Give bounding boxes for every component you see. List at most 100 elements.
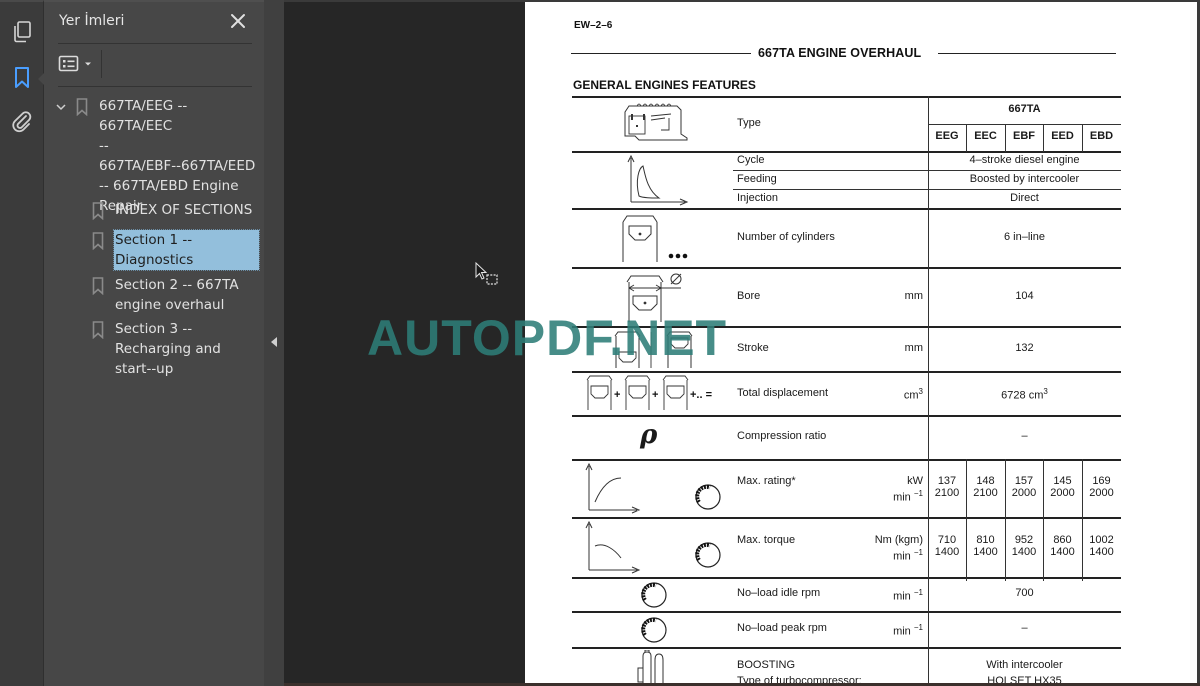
row-label-max-rating: Max. rating* — [737, 475, 796, 487]
bookmark-icon — [76, 98, 88, 116]
bookmark-label-selected: Section 1 -- Diagnostics — [113, 229, 260, 271]
bookmark-icon — [15, 67, 29, 88]
table-rule — [572, 517, 1121, 519]
bookmark-icon — [92, 202, 104, 220]
pdf-reader-window: Yer İmleri 667TA/EEG -- 667TA/EEC -- 667… — [0, 0, 1200, 686]
toolbar-divider — [101, 50, 102, 78]
page-thumbnails-button[interactable] — [8, 18, 36, 46]
svg-text:+.. =: +.. = — [690, 389, 712, 401]
bookmark-item-section-2[interactable]: Section 2 -- 667TA engine overhaul — [44, 275, 264, 317]
bookmark-options-dropdown[interactable] — [58, 53, 98, 75]
value-compression: – — [1021, 430, 1028, 442]
torque-curve-icon — [585, 520, 641, 574]
bookmark-label: 667TA/EEG -- 667TA/EEC -- 667TA/EBF--667… — [99, 98, 256, 214]
page-title-text: 667TA ENGINE OVERHAUL — [758, 46, 922, 60]
unit-idle-rpm: min −1 — [855, 586, 923, 604]
max-torque-value-rpm: 1400 — [934, 546, 960, 558]
value-peak-rpm: – — [1021, 622, 1028, 634]
max-rating-value-rpm: 2000 — [1050, 487, 1075, 499]
unit-rpm: min −1 — [845, 546, 923, 564]
unit-text: min — [893, 590, 911, 603]
panel-title: Yer İmleri — [59, 13, 125, 29]
value-displacement: 6728 cm3 — [928, 385, 1121, 403]
table-rule — [572, 371, 1121, 373]
attachment-icon — [12, 111, 32, 133]
unit-superscript: −1 — [913, 588, 923, 597]
variant-header: EBF — [1013, 130, 1035, 142]
row-label-max-torque: Max. torque — [737, 534, 796, 546]
chevron-down-icon[interactable] — [55, 101, 67, 113]
section-heading: GENERAL ENGINES FEATURES — [573, 78, 756, 92]
row-label-turbo: Type of turbocompressor: — [737, 675, 862, 683]
panel-divider — [58, 86, 252, 87]
unit-text: min — [893, 625, 911, 638]
value-stroke: 132 — [1015, 342, 1034, 354]
collapse-panel-arrow-icon[interactable] — [271, 337, 277, 347]
attachments-button[interactable] — [8, 108, 36, 136]
table-rule — [928, 124, 1121, 125]
chevron-down-icon — [85, 62, 91, 66]
pdf-page: EW–2–6 667TA ENGINE OVERHAUL GENERAL ENG… — [525, 2, 1197, 683]
tachometer-icon — [695, 484, 721, 510]
row-label-bore: Bore — [737, 290, 761, 302]
bookmark-label: INDEX OF SECTIONS — [115, 202, 253, 218]
bookmark-item-engine-repair[interactable]: 667TA/EEG -- 667TA/EEC -- 667TA/EBF--667… — [44, 96, 264, 214]
list-options-icon — [58, 55, 79, 72]
value-cylinders: 6 in–line — [1004, 231, 1045, 243]
row-label-injection: Injection — [737, 192, 778, 204]
compression-ratio-symbol-icon: ρ — [640, 420, 658, 450]
row-label-cycle: Cycle — [737, 154, 765, 166]
page-title: 667TA ENGINE OVERHAUL — [525, 46, 1197, 60]
value-injection: Direct — [1010, 192, 1039, 204]
bookmark-item-section-1[interactable]: Section 1 -- Diagnostics — [44, 229, 264, 272]
value-bore: 104 — [1015, 290, 1034, 302]
max-rating-value-rpm: 2000 — [1089, 487, 1114, 499]
tachometer-icon — [641, 582, 667, 608]
table-rule — [572, 415, 1121, 417]
bookmark-icon — [92, 321, 104, 339]
max-rating-value-rpm: 2000 — [1011, 487, 1037, 499]
value-text: 6728 cm — [1001, 389, 1044, 402]
table-rule — [572, 208, 1121, 210]
row-label-boosting: BOOSTING — [737, 659, 796, 671]
row-label-compression: Compression ratio — [737, 430, 827, 442]
bookmark-icon — [92, 232, 104, 250]
row-label-text: Total displacement — [737, 387, 829, 399]
table-rule — [572, 96, 1121, 98]
table-rule — [572, 267, 1121, 269]
max-rating-value-rpm: 2100 — [934, 487, 960, 499]
title-rule-right — [938, 53, 1116, 54]
max-torque-value-rpm: 1400 — [1089, 546, 1114, 558]
bookmark-item-index[interactable]: INDEX OF SECTIONS — [44, 200, 264, 222]
value-cycle: 4–stroke diesel engine — [969, 154, 1080, 166]
value-turbo: HOLSET HX35 — [987, 675, 1062, 683]
svg-text:+: + — [614, 389, 620, 401]
table-rule — [572, 459, 1121, 461]
bookmarks-button[interactable] — [8, 64, 36, 92]
mouse-cursor-select-icon — [475, 262, 498, 285]
turbocharger-icon — [637, 650, 664, 683]
pressure-volume-diagram-icon — [627, 154, 689, 206]
table-rule — [572, 647, 1121, 649]
table-rule — [733, 170, 1121, 171]
variant-header: EEC — [974, 130, 997, 142]
bookmark-item-section-3[interactable]: Section 3 -- Recharging and start--up — [44, 319, 264, 381]
power-curve-icon — [585, 462, 641, 514]
svg-text:+: + — [652, 389, 658, 401]
bookmark-icon — [92, 277, 104, 295]
unit-text: min — [893, 550, 911, 563]
unit-peak-rpm: min −1 — [855, 621, 923, 639]
tachometer-icon — [695, 542, 721, 568]
max-torque-value-rpm: 1400 — [973, 546, 998, 558]
row-label-stroke: Stroke — [737, 342, 769, 354]
row-label-displacement: Total displacement — [737, 387, 828, 400]
max-torque-value-rpm: 1400 — [1011, 546, 1037, 558]
panel-splitter[interactable] — [264, 0, 284, 686]
table-rule — [572, 577, 1121, 579]
unit-superscript: −1 — [913, 623, 923, 632]
close-panel-button[interactable] — [229, 12, 247, 30]
tachometer-icon — [641, 617, 667, 643]
table-rule — [733, 189, 1121, 190]
table-rule — [572, 151, 1121, 153]
close-icon — [231, 14, 245, 28]
